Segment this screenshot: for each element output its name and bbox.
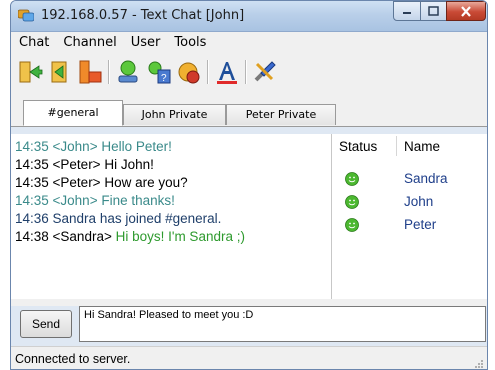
- menu-bar: Chat Channel User Tools: [11, 32, 487, 52]
- user-list-header: Status Name: [332, 134, 487, 158]
- user-name: Peter: [404, 217, 437, 232]
- maximize-button[interactable]: [420, 1, 447, 21]
- resize-grip-icon[interactable]: [474, 359, 484, 369]
- away-icon[interactable]: [176, 58, 202, 86]
- menu-channel[interactable]: Channel: [57, 35, 122, 50]
- column-divider: [396, 136, 397, 156]
- online-status-icon: [345, 218, 359, 232]
- close-button[interactable]: [446, 1, 486, 21]
- title-bar[interactable]: 192.168.0.57 - Text Chat [John]: [11, 1, 487, 32]
- chat-line: 14:35 <Peter> How are you?: [15, 175, 188, 190]
- chat-line: 14:35 <John> Fine thanks!: [15, 193, 175, 208]
- minimize-button[interactable]: [393, 1, 421, 21]
- send-button[interactable]: Send: [20, 310, 72, 338]
- status-text: Connected to server.: [15, 352, 131, 366]
- chat-line: 14:35 <Peter> Hi John!: [15, 157, 154, 172]
- column-header-status[interactable]: Status: [339, 139, 377, 154]
- join-channel-icon[interactable]: [77, 58, 103, 86]
- settings-tools-icon[interactable]: [252, 58, 278, 86]
- tab-peter-private[interactable]: Peter Private: [226, 104, 336, 125]
- user-icon[interactable]: [115, 58, 141, 86]
- status-bar: Connected to server.: [11, 346, 487, 369]
- user-list: Status Name Sandra John Peter: [332, 134, 487, 299]
- app-icon: [18, 9, 34, 22]
- chat-line: 14:36 Sandra has joined #general.: [15, 211, 222, 226]
- menu-tools[interactable]: Tools: [168, 35, 212, 50]
- chat-line-message: Hi boys! I'm Sandra ;): [111, 229, 245, 244]
- user-row[interactable]: John: [332, 192, 487, 214]
- toolbar: ?: [11, 52, 487, 98]
- chat-log[interactable]: 14:35 <John> Hello Peter! 14:35 <Peter> …: [11, 134, 332, 299]
- user-name: Sandra: [404, 171, 448, 186]
- close-icon: [461, 5, 471, 17]
- tab-john-private[interactable]: John Private: [123, 104, 226, 125]
- user-row[interactable]: Sandra: [332, 169, 487, 191]
- online-status-icon: [345, 172, 359, 186]
- user-row[interactable]: Peter: [332, 215, 487, 237]
- menu-chat[interactable]: Chat: [13, 35, 55, 50]
- chat-line-prefix: 14:38 <Sandra>: [15, 229, 112, 244]
- user-name: John: [404, 194, 434, 209]
- column-header-name[interactable]: Name: [404, 139, 440, 154]
- maximize-icon: [428, 6, 439, 16]
- toolbar-separator: [108, 60, 110, 84]
- chat-line: 14:35 <John> Hello Peter!: [15, 139, 172, 154]
- window-title: 192.168.0.57 - Text Chat [John]: [41, 8, 245, 23]
- splitter[interactable]: [11, 299, 487, 306]
- svg-text:?: ?: [161, 73, 167, 84]
- disconnect-icon[interactable]: [47, 58, 73, 86]
- chat-line: 14:38 <Sandra> Hi boys! I'm Sandra ;): [15, 229, 245, 244]
- toolbar-separator: [245, 60, 247, 84]
- connect-icon[interactable]: [17, 58, 43, 86]
- menu-user[interactable]: User: [125, 35, 167, 50]
- chat-window: 192.168.0.57 - Text Chat [John] Chat Cha…: [10, 0, 488, 370]
- channel-tabs: #general John Private Peter Private: [11, 98, 487, 127]
- tab-general[interactable]: #general: [23, 100, 123, 126]
- online-status-icon: [345, 195, 359, 209]
- toolbar-separator: [207, 60, 209, 84]
- message-input[interactable]: Hi Sandra! Pleased to meet you :D: [79, 306, 486, 342]
- font-icon[interactable]: [214, 58, 240, 86]
- minimize-icon: [403, 12, 411, 14]
- user-info-icon[interactable]: ?: [146, 58, 172, 86]
